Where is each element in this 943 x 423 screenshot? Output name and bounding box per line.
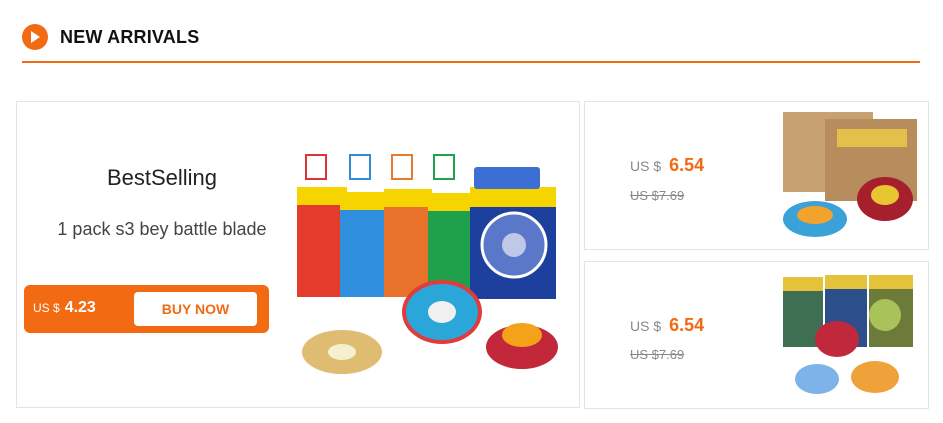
product-price-value: 6.54 [669,155,705,175]
buy-now-button[interactable]: BUY NOW [134,292,257,326]
product-card[interactable]: US $ 6.54 US $7.69 [584,101,929,250]
section-header: NEW ARRIVALS [22,22,199,52]
featured-product-card[interactable]: BestSelling 1 pack s3 bey battle blade U… [16,101,580,408]
section-title: NEW ARRIVALS [60,26,200,47]
feature-title: BestSelling [106,165,218,190]
feature-currency: US $ [33,301,60,315]
buy-bar: US $ 4.23 BUY NOW [24,285,269,333]
product-old-price: US $7.69 [630,188,685,203]
play-circle-icon [22,24,48,50]
product-currency: US $ [630,158,662,174]
feature-price-value: 4.23 [64,299,96,316]
product-price: US $ 6.54 [630,315,704,336]
product-price: US $ 6.54 [630,155,704,176]
product-currency: US $ [630,318,662,334]
header-divider [22,61,920,63]
spinning-top-set-image[interactable] [775,267,920,405]
feature-price: US $ 4.23 [33,299,96,317]
feature-subtitle: 1 pack s3 bey battle blade [57,219,267,239]
spinning-top-toy-image[interactable] [292,127,562,397]
product-price-value: 6.54 [669,315,705,335]
product-old-price: US $7.69 [630,347,685,362]
product-card[interactable]: US $ 6.54 US $7.69 [584,261,929,409]
spinning-top-boxes-image[interactable] [775,107,920,245]
